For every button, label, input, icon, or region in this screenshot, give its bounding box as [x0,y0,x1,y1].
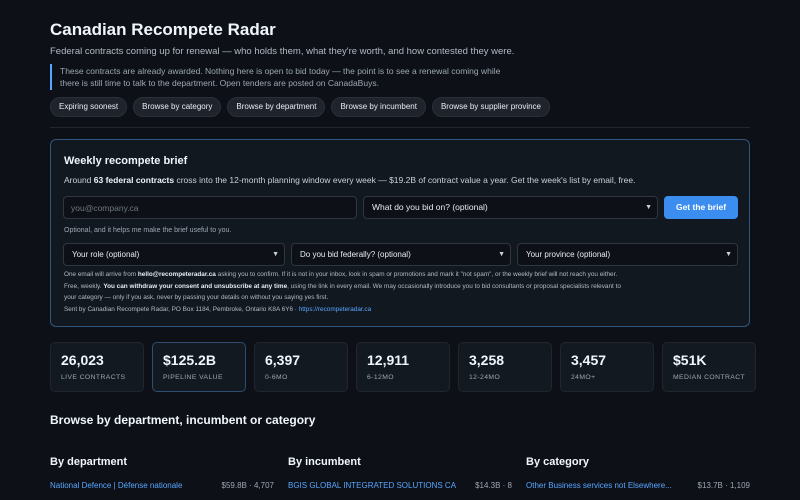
chevron-down-icon: ▼ [645,204,652,211]
browse-heading: Browse by department, incumbent or categ… [50,413,316,427]
column-heading: By category [526,456,589,468]
fine-text: , using the link in every email. We may … [287,282,621,290]
fine-print-line: your category — only if you ask, never b… [64,294,329,301]
chip-browse-category[interactable]: Browse by category [133,97,222,117]
brief-description: Around 63 federal contracts cross into t… [64,175,635,185]
stat-live-contracts[interactable]: 26,023 LIVE CONTRACTS [50,342,144,392]
province-select-value: Your province (optional) [526,250,611,259]
stat-label: 0-6MO [265,374,288,381]
stat-value: 12,911 [367,352,410,368]
notice-line: there is still time to talk to the depar… [60,78,379,88]
page-title: Canadian Recompete Radar [50,20,276,39]
list-item: Other Business services not Elsewhere...… [526,481,750,493]
fine-print-line: Free, weekly. You can withdraw your cons… [64,281,744,293]
stat-label: 24MO+ [571,374,596,381]
nav-chips: Expiring soonest Browse by category Brow… [50,97,550,117]
stat-24mo-plus[interactable]: 3,457 24MO+ [560,342,654,392]
federal-bidding-select-value: Do you bid federally? (optional) [300,250,411,259]
role-select-value: Your role (optional) [72,250,140,259]
stat-label: 6-12MO [367,374,394,381]
stat-label: PIPELINE VALUE [163,374,223,381]
category-link[interactable]: Other Business services not Elsewhere... [526,481,672,490]
fine-text: asking you to confirm. If it is not in y… [215,271,618,278]
browse-by-incumbent: By incumbent BGIS GLOBAL INTEGRATED SOLU… [288,456,512,493]
item-meta: $59.8B · 4,707 [221,481,274,490]
browse-by-category: By category Other Business services not … [526,456,750,493]
browse-by-department: By department National Defence | Défense… [50,456,274,493]
sender-address: Sent by Canadian Recompete Radar, PO Box… [64,305,299,313]
notice-callout: These contracts are already awarded. Not… [50,64,510,90]
fine-print-line: One email will arrive from hello@recompe… [64,269,744,281]
stat-label: LIVE CONTRACTS [61,374,126,381]
stat-value: $125.2B [163,352,216,368]
chevron-down-icon: ▼ [725,251,732,258]
stat-value: 26,023 [61,352,104,368]
stat-value: 6,397 [265,352,301,368]
divider [50,127,750,128]
stat-value: 3,457 [571,352,607,368]
chip-browse-province[interactable]: Browse by supplier province [431,97,550,117]
stat-pipeline-value[interactable]: $125.2B PIPELINE VALUE [152,342,246,392]
column-heading: By incumbent [288,456,361,468]
item-meta: $13.7B · 1,109 [697,481,750,490]
stat-12-24mo[interactable]: 3,258 12-24MO [458,342,552,392]
sender-email: hello@recompeteradar.ca [137,271,216,278]
brief-desc-count: 63 federal contracts [93,175,175,185]
stat-0-6mo[interactable]: 6,397 0-6MO [254,342,348,392]
brief-signup-card: Weekly recompete brief Around 63 federal… [50,139,750,327]
unsubscribe-notice: You can withdraw your consent and unsubs… [103,282,288,290]
get-brief-button[interactable]: Get the brief [664,196,738,219]
brief-desc-prefix: Around [64,175,94,185]
chip-expiring-soonest[interactable]: Expiring soonest [50,97,128,117]
stat-value: 3,258 [469,352,505,368]
fine-text: One email will arrive from [64,271,138,278]
email-input[interactable] [63,196,357,219]
brief-title: Weekly recompete brief [64,155,188,167]
stat-6-12mo[interactable]: 12,911 6-12MO [356,342,450,392]
column-heading: By department [50,456,128,468]
stat-label: MEDIAN CONTRACT [673,374,746,381]
notice-line: These contracts are already awarded. Not… [60,66,501,76]
stats-row: 26,023 LIVE CONTRACTS $125.2B PIPELINE V… [50,342,756,392]
optional-note: Optional, and it helps me make the brief… [64,227,232,234]
incumbent-link[interactable]: BGIS GLOBAL INTEGRATED SOLUTIONS CA [288,481,456,490]
bid-category-select[interactable]: What do you bid on? (optional) ▼ [363,196,658,219]
fine-print-line: Sent by Canadian Recompete Radar, PO Box… [64,304,744,316]
list-item: BGIS GLOBAL INTEGRATED SOLUTIONS CA $14.… [288,481,512,493]
chevron-down-icon: ▼ [272,251,279,258]
fine-text: Free, weekly. [64,282,104,290]
stat-label: 12-24MO [469,374,501,381]
stat-median-contract[interactable]: $51K MEDIAN CONTRACT [662,342,756,392]
stat-value: $51K [673,352,707,368]
department-link[interactable]: National Defence | Défense nationale [50,481,182,490]
bid-category-select-value: What do you bid on? (optional) [372,202,488,212]
list-item: National Defence | Défense nationale $59… [50,481,274,493]
federal-bidding-select[interactable]: Do you bid federally? (optional) ▼ [291,243,511,266]
chevron-down-icon: ▼ [498,251,505,258]
page-subtitle: Federal contracts coming up for renewal … [50,46,515,57]
item-meta: $14.3B · 8 [475,481,512,490]
chip-browse-department[interactable]: Browse by department [227,97,326,117]
consent-fine-print: One email will arrive from hello@recompe… [64,269,744,315]
chip-browse-incumbent[interactable]: Browse by incumbent [331,97,426,117]
brief-desc-suffix: cross into the 12-month planning window … [174,175,636,185]
site-link[interactable]: https://recompeteradar.ca [299,306,371,313]
province-select[interactable]: Your province (optional) ▼ [517,243,738,266]
role-select[interactable]: Your role (optional) ▼ [63,243,285,266]
